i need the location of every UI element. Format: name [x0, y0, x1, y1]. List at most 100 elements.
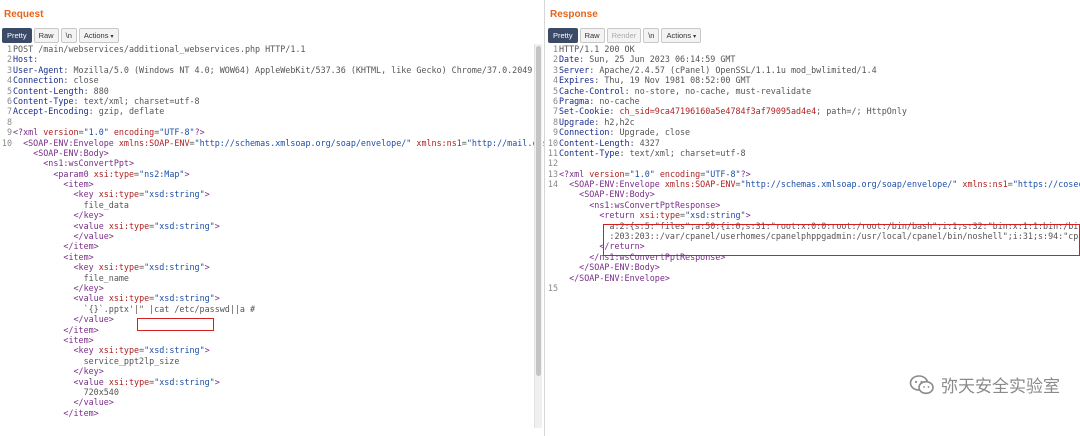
response-tab-render[interactable]: Render — [606, 27, 642, 43]
code-token: </key> — [13, 282, 104, 293]
line-text: <?xml version="1.0" encoding="UTF-8"?> — [13, 127, 205, 137]
watermark-text: 弥天安全实验室 — [941, 377, 1060, 397]
code-line: <item> — [0, 252, 534, 262]
line-number: 5 — [6, 85, 12, 96]
line-text: Upgrade: h2,h2c — [559, 117, 635, 127]
code-token: Upgrade — [559, 116, 595, 127]
code-token: : h2,h2c — [594, 116, 635, 127]
request-tab-newline[interactable]: \n — [60, 27, 77, 43]
line-number: 13 — [547, 168, 558, 179]
code-token: xmlns:SOAP-ENV — [118, 137, 190, 148]
code-token: > — [745, 210, 751, 221]
code-token: : no-store, no-cache, must-revalidate — [624, 85, 812, 96]
code-token: xsi:type — [98, 262, 140, 273]
code-token: "https://cosecadvirtual — [1012, 179, 1080, 190]
code-token: version — [589, 168, 625, 179]
code-line: </key> — [0, 283, 534, 293]
code-line: <param0 xsi:type="ns2:Map"> — [0, 169, 534, 179]
request-tab-pretty[interactable]: Pretty — [2, 27, 32, 43]
code-line: :203:203::/var/cpanel/userhomes/cpanelph… — [546, 231, 1080, 241]
request-scrollbar[interactable] — [534, 44, 542, 428]
code-line: 6 Content-Type: text/xml; charset=utf-8 — [0, 96, 534, 106]
code-token: : text/xml; charset=utf-8 — [73, 95, 200, 106]
code-line: 14 <SOAP-ENV:Envelope xmlns:SOAP-ENV="ht… — [546, 179, 1080, 190]
code-line: <key xsi:type="xsd:string"> — [0, 189, 534, 199]
line-number: 3 — [552, 64, 558, 75]
code-token: file_name — [13, 272, 129, 283]
code-line: 7 Set-Cookie: ch_sid=9ca47196160a5e4784f3… — [546, 106, 1070, 116]
response-tab-raw[interactable]: Raw — [579, 27, 605, 43]
code-token: Content-Type — [13, 95, 74, 106]
code-token: "xsd:string" — [154, 220, 215, 231]
line-text: User-Agent: Mozilla/5.0 (Windows NT 4.0;… — [13, 64, 544, 75]
code-token: "ns2:Map" — [139, 168, 185, 179]
code-line: </value> — [0, 314, 534, 324]
code-token: a:2:{s:5:"files";a:50:{i:0;s:31:"root:x:… — [559, 220, 1080, 231]
code-token: </SOAP-ENV:Envelope> — [559, 272, 670, 283]
line-text: Pragma: no-cache — [559, 96, 640, 106]
code-token: : Sun, 25 Jun 2023 06:14:59 GMT — [579, 54, 736, 65]
code-line: <item> — [0, 179, 534, 189]
response-actions-button[interactable]: Actions ▾ — [661, 27, 702, 43]
line-text: <value xsi:type="xsd:string"> — [13, 293, 220, 303]
request-actions-button[interactable]: Actions ▾ — [78, 27, 119, 43]
code-token: Pragma — [559, 95, 590, 106]
response-editor[interactable]: 1 HTTP/1.1 200 OK 2 Date: Sun, 25 Jun 2023 … — [546, 44, 1080, 293]
line-text: <item> — [13, 252, 93, 262]
code-line: 1 HTTP/1.1 200 OK — [546, 44, 1070, 54]
code-token: Accept-Encoding — [13, 106, 89, 117]
code-token: "http://schemas.xmlsoap.org/soap/envelop… — [194, 137, 412, 148]
code-token: xsi:type — [93, 168, 135, 179]
code-token: > — [204, 262, 210, 273]
code-token: "xsd:string" — [144, 345, 205, 356]
code-line: </item> — [0, 325, 534, 335]
response-tab-newline[interactable]: \n — [643, 27, 660, 43]
code-token: "http://schemas.xmlsoap.org/soap/envelop… — [740, 179, 958, 190]
code-token: > — [214, 220, 220, 231]
code-line: <SOAP-ENV:Body> — [0, 148, 534, 158]
code-token: xsi:type — [108, 220, 150, 231]
code-token: |a # — [234, 303, 256, 314]
code-token: "xsd:string" — [144, 189, 205, 200]
line-text: <?xml version="1.0" encoding="UTF-8"?> — [559, 169, 751, 179]
code-line: 3 Server: Apache/2.4.57 (cPanel) OpenSSL/… — [546, 65, 1070, 75]
code-token: xsi:type — [98, 345, 140, 356]
chevron-down-icon: ▾ — [693, 33, 697, 40]
request-scrollbar-thumb[interactable] — [536, 46, 541, 376]
code-token: "1.0" — [629, 168, 655, 179]
code-token: "UTF-8" — [159, 127, 195, 138]
line-number: 11 — [547, 147, 558, 158]
code-line: 4 Expires: Thu, 19 Nov 1981 08:52:00 GMT — [546, 75, 1070, 85]
code-line: 10 Content-Length: 4327 — [546, 138, 1070, 148]
line-text: HTTP/1.1 200 OK — [559, 44, 635, 54]
code-token: User-Agent — [13, 64, 64, 75]
code-token: <?xml — [13, 127, 44, 138]
code-token: <return — [559, 210, 640, 221]
code-token: > — [204, 345, 210, 356]
code-token: ?> — [194, 127, 205, 138]
line-text: Connection: close — [13, 75, 99, 85]
line-text: Content-Length: 4327 — [559, 138, 660, 148]
code-token: <value — [13, 220, 109, 231]
response-tab-pretty[interactable]: Pretty — [548, 27, 578, 43]
code-token: : Upgrade, close — [609, 127, 691, 138]
code-token: xsi:type — [639, 210, 681, 221]
code-token: : gzip, deflate — [88, 106, 165, 117]
code-line: <return xsi:type="xsd:string"> — [546, 210, 1070, 220]
code-token: Connection — [559, 127, 610, 138]
code-token: xsi:type — [98, 189, 140, 200]
code-line: </item> — [0, 408, 534, 418]
line-number: 2 — [552, 54, 558, 65]
request-editor[interactable]: 1 POST /main/webservices/additional_webse… — [0, 44, 544, 418]
request-toolbar: Pretty Raw \n Actions ▾ — [0, 27, 119, 43]
wechat-logo-icon — [909, 374, 934, 394]
code-line: <SOAP-ENV:Body> — [546, 189, 1070, 199]
request-tab-raw[interactable]: Raw — [33, 27, 59, 43]
code-token: <key — [13, 262, 99, 273]
code-token: Set-Cookie — [559, 106, 610, 117]
code-token: Expires — [559, 75, 595, 86]
code-token: <SOAP-ENV:Envelope — [13, 137, 119, 148]
code-line: 6 Pragma: no-cache — [546, 96, 1070, 106]
code-line: <ns1:wsConvertPpt> — [0, 158, 534, 168]
code-line: 8 Upgrade: h2,h2c — [546, 117, 1070, 127]
